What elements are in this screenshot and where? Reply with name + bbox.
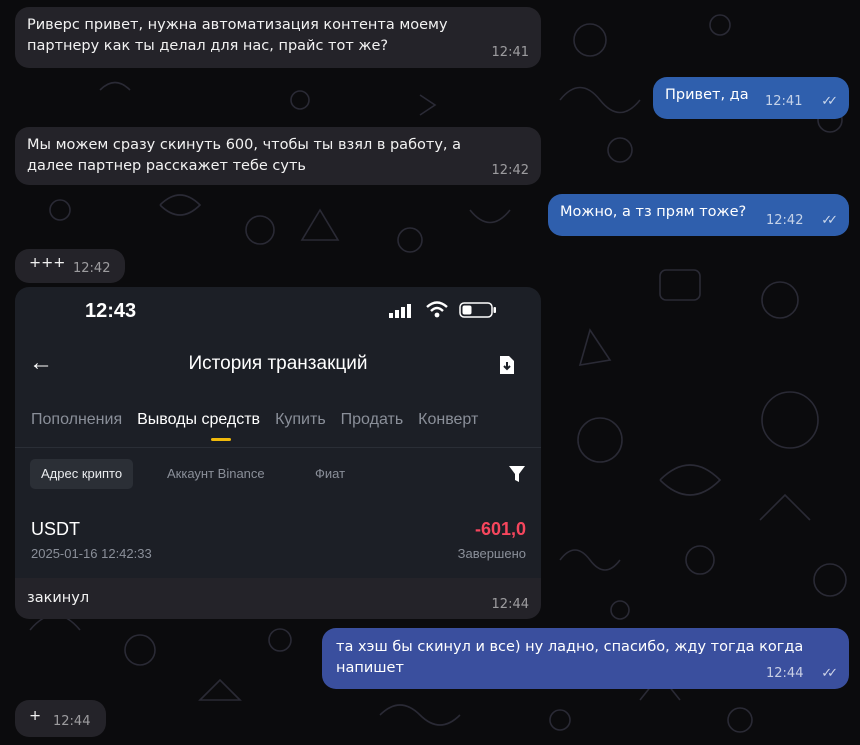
download-file-icon[interactable] — [498, 355, 516, 375]
message-time: 12:42 — [491, 163, 529, 178]
tab-withdrawals[interactable]: Выводы средств — [137, 411, 260, 428]
message-incoming[interactable]: Риверс привет, нужна автоматизация конте… — [15, 7, 541, 68]
message-incoming[interactable]: +++ 12:42 — [15, 249, 125, 283]
message-time: 12:42 — [73, 261, 111, 276]
message-text: Мы можем сразу скинуть 600, чтобы ты взя… — [27, 137, 462, 174]
message-text: Риверс привет, нужна автоматизация конте… — [27, 17, 448, 54]
message-time: 12:42 — [766, 213, 804, 228]
tab-deposits[interactable]: Пополнения — [31, 411, 122, 428]
filter-icon[interactable] — [509, 465, 525, 483]
message-time: 12:44 — [491, 597, 529, 612]
message-outgoing[interactable]: Можно, а тз прям тоже? 12:42 ✓✓ — [548, 194, 849, 236]
transaction-datetime: 2025-01-16 12:42:33 — [31, 546, 152, 561]
message-text: Можно, а тз прям тоже? — [560, 204, 747, 220]
message-outgoing[interactable]: Привет, да 12:41 ✓✓ — [653, 77, 849, 119]
wifi-icon — [426, 301, 448, 318]
battery-icon — [459, 302, 496, 318]
transaction-status: Завершено — [457, 546, 526, 561]
double-check-read-icon: ✓✓ — [821, 213, 838, 228]
message-time: 12:44 — [766, 666, 804, 681]
filter-crypto-address[interactable]: Адрес крипто — [30, 459, 134, 489]
message-text: закинул — [27, 590, 90, 606]
message-time: 12:44 — [53, 714, 91, 729]
transaction-coin: USDT — [31, 519, 80, 539]
message-time: 12:41 — [491, 45, 529, 60]
message-text: +++ — [29, 255, 66, 271]
filter-binance-account[interactable]: Аккаунт Binance — [156, 459, 276, 489]
message-incoming[interactable]: + 12:44 — [15, 700, 106, 737]
message-text: + — [29, 708, 42, 724]
message-incoming[interactable]: закинул 12:44 — [15, 578, 541, 619]
screen-title: История транзакций — [188, 353, 368, 374]
active-tab-indicator — [211, 438, 231, 441]
message-text: та хэш бы скинул и все) ну ладно, спасиб… — [336, 639, 804, 676]
transaction-amount: -601,0 — [474, 519, 526, 539]
transaction-history-screenshot[interactable]: 12:43 ← История транзакций Пополнения Выв… — [15, 287, 541, 578]
signal-icon — [389, 304, 411, 318]
message-incoming[interactable]: Мы можем сразу скинуть 600, чтобы ты взя… — [15, 127, 541, 185]
message-time: 12:41 — [765, 94, 803, 109]
tab-convert[interactable]: Конверт — [418, 411, 478, 428]
tab-sell[interactable]: Продать — [341, 411, 404, 428]
double-check-read-icon: ✓✓ — [821, 94, 838, 109]
double-check-read-icon: ✓✓ — [821, 666, 838, 681]
divider — [15, 447, 541, 448]
filter-fiat[interactable]: Фиат — [304, 459, 356, 489]
status-bar-clock: 12:43 — [85, 300, 137, 322]
transaction-tabs: Пополнения Выводы средств Купить Продать Кон… — [31, 411, 493, 429]
message-text: Привет, да — [665, 87, 749, 103]
tab-buy[interactable]: Купить — [275, 411, 326, 428]
message-outgoing[interactable]: та хэш бы скинул и все) ну ладно, спасиб… — [322, 628, 849, 689]
